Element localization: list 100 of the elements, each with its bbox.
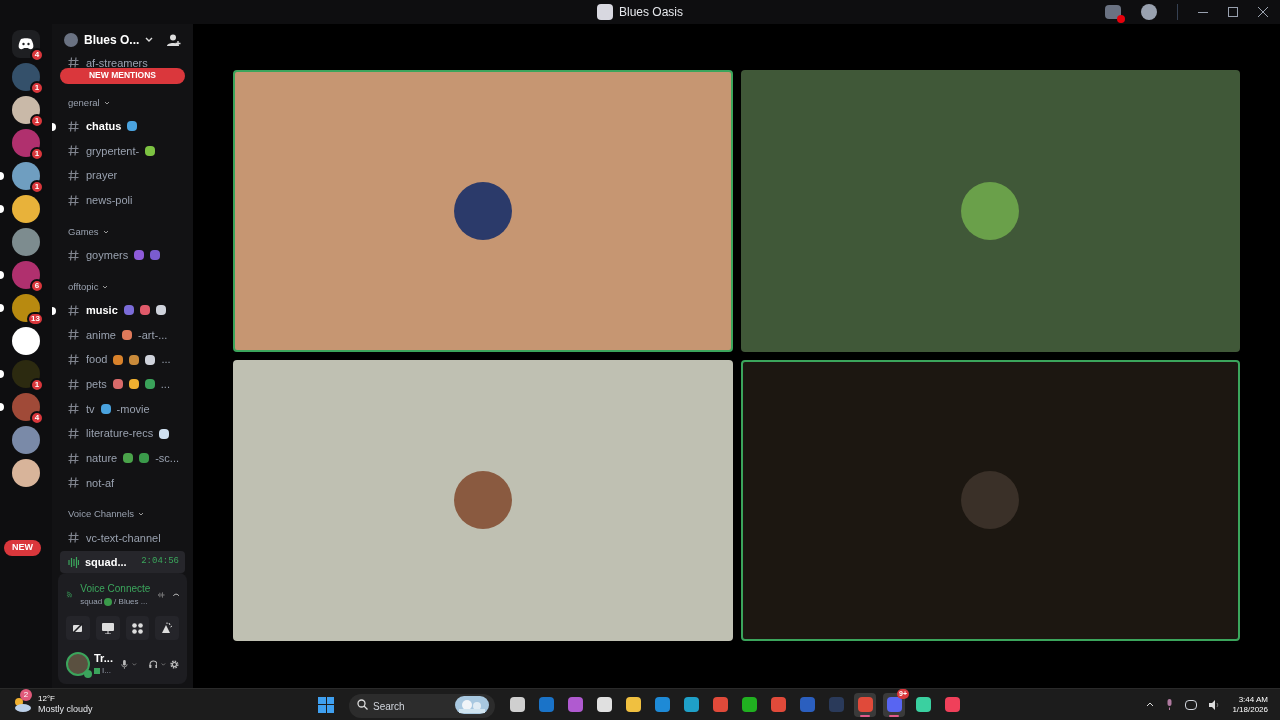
speaker-icon [94, 667, 100, 674]
hash-icon [68, 476, 80, 489]
search-icon [357, 699, 368, 710]
video-tile[interactable] [740, 70, 1240, 352]
help-icon[interactable] [1141, 4, 1157, 20]
voice-channel-item[interactable]: squad... 2:04:56 [60, 551, 185, 573]
notification-badge: 6 [30, 279, 44, 293]
channel-name-suffix: ... [161, 352, 171, 368]
channel-name: food [86, 352, 108, 368]
notification-badge: 1 [30, 378, 44, 392]
chevron-up-icon[interactable] [1146, 702, 1155, 707]
new-mentions-button[interactable]: NEW MENTIONS [60, 67, 185, 84]
channel-item[interactable]: tv -movie [60, 396, 185, 422]
add-member-icon[interactable] [167, 33, 181, 47]
server-icon[interactable] [12, 195, 40, 223]
channel-item[interactable]: grypertent- [60, 138, 185, 164]
video-tile[interactable] [233, 70, 733, 352]
network-icon[interactable] [1185, 699, 1198, 710]
voice-channel-link[interactable]: squad [80, 596, 103, 608]
category-header[interactable]: Voice Channels [68, 507, 135, 522]
channel-item[interactable]: nature -sc... [60, 445, 185, 471]
category-header[interactable]: offtopic [68, 279, 99, 294]
hash-icon [68, 169, 80, 182]
channel-name-suffix: ... [160, 376, 170, 392]
clock-date[interactable]: 1/18/2026 [1232, 704, 1268, 715]
notification-badge: 1 [30, 81, 44, 95]
hash-icon [68, 531, 80, 544]
camera-off-button[interactable] [66, 616, 90, 640]
hash-icon [68, 427, 80, 440]
clock-time[interactable]: 3:44 AM [1238, 694, 1268, 705]
voice-timer: 2:04:56 [141, 555, 179, 569]
server-icon[interactable] [12, 327, 40, 355]
voice-activity-icon [68, 556, 79, 568]
channel-name-suffix: -art-... [137, 327, 168, 343]
channel-item[interactable]: food ... [60, 347, 185, 372]
hash-icon [68, 452, 80, 465]
channel-item[interactable]: literature-recs [60, 421, 185, 446]
channel-item[interactable]: af-streamers [60, 56, 185, 70]
server-icon[interactable] [12, 261, 40, 289]
hash-icon [68, 304, 80, 317]
weather-temperature: 12°F [38, 693, 56, 704]
channel-name: af-streamers [86, 56, 148, 70]
server-icon[interactable] [12, 459, 40, 487]
server-icon[interactable] [12, 162, 40, 190]
user-avatar[interactable] [66, 652, 90, 676]
notification-badge: 1 [30, 180, 44, 194]
volume-icon[interactable] [1209, 699, 1221, 710]
minimize-icon[interactable] [1198, 11, 1208, 13]
activities-button[interactable] [125, 616, 150, 640]
channel-item[interactable]: pets ... [60, 371, 185, 397]
close-icon[interactable] [1258, 7, 1268, 17]
voice-status: Voice Connecte [80, 582, 151, 596]
chevron-down-icon[interactable] [138, 512, 145, 517]
monitor-icon [101, 622, 114, 634]
hash-icon [68, 353, 80, 366]
category-header[interactable]: general [68, 95, 100, 110]
channel-item[interactable]: music [60, 297, 185, 323]
server-icon [597, 4, 613, 20]
channel-name: tv [86, 401, 95, 417]
chevron-down-icon[interactable] [102, 284, 109, 289]
username: Tr... [94, 652, 113, 666]
hash-icon [68, 194, 80, 207]
notification-badge: 4 [30, 411, 44, 425]
notification-badge: 4 [30, 48, 44, 62]
weather-description: Mostly cloudy [38, 703, 93, 716]
channel-item[interactable]: goymers [60, 242, 185, 268]
channel-item[interactable]: news-poli [60, 187, 185, 213]
channel-item[interactable]: anime -art-... [60, 322, 185, 348]
start-icon[interactable] [318, 696, 334, 713]
video-tile[interactable] [740, 359, 1240, 641]
chevron-down-icon[interactable] [102, 229, 109, 234]
category-header[interactable]: Games [68, 224, 99, 239]
hash-icon [68, 249, 80, 262]
maximize-icon[interactable] [1228, 7, 1238, 17]
new-badge[interactable]: NEW [4, 540, 41, 556]
video-tile[interactable] [233, 359, 733, 641]
channel-name: nature [86, 451, 118, 467]
voice-server-link[interactable]: / Blues ... [114, 596, 148, 608]
headphones-icon[interactable] [148, 658, 158, 670]
channel-item[interactable]: chatus [60, 113, 185, 139]
microphone-icon[interactable] [1166, 699, 1174, 710]
effects-button[interactable] [155, 616, 179, 640]
hash-icon [68, 56, 80, 69]
channel-name: music [86, 302, 118, 318]
channel-item[interactable]: vc-text-channel [60, 525, 185, 551]
discord-home-button[interactable] [12, 30, 40, 58]
hash-icon [68, 378, 80, 391]
emoji-icon [104, 598, 113, 606]
screen-share-button[interactable] [95, 616, 120, 640]
server-icon[interactable] [12, 96, 40, 124]
server-icon[interactable] [12, 294, 40, 322]
channel-item[interactable]: not-af [60, 470, 185, 496]
server-name[interactable]: Blues O... [84, 31, 140, 49]
chevron-down-icon[interactable] [103, 100, 110, 105]
microphone-icon[interactable] [120, 657, 128, 671]
channel-item[interactable]: prayer [60, 163, 185, 188]
channel-name-suffix: -sc... [155, 451, 180, 467]
channel-name: goymers [86, 247, 129, 263]
hash-icon [68, 328, 80, 341]
camera-off-icon [71, 623, 84, 633]
